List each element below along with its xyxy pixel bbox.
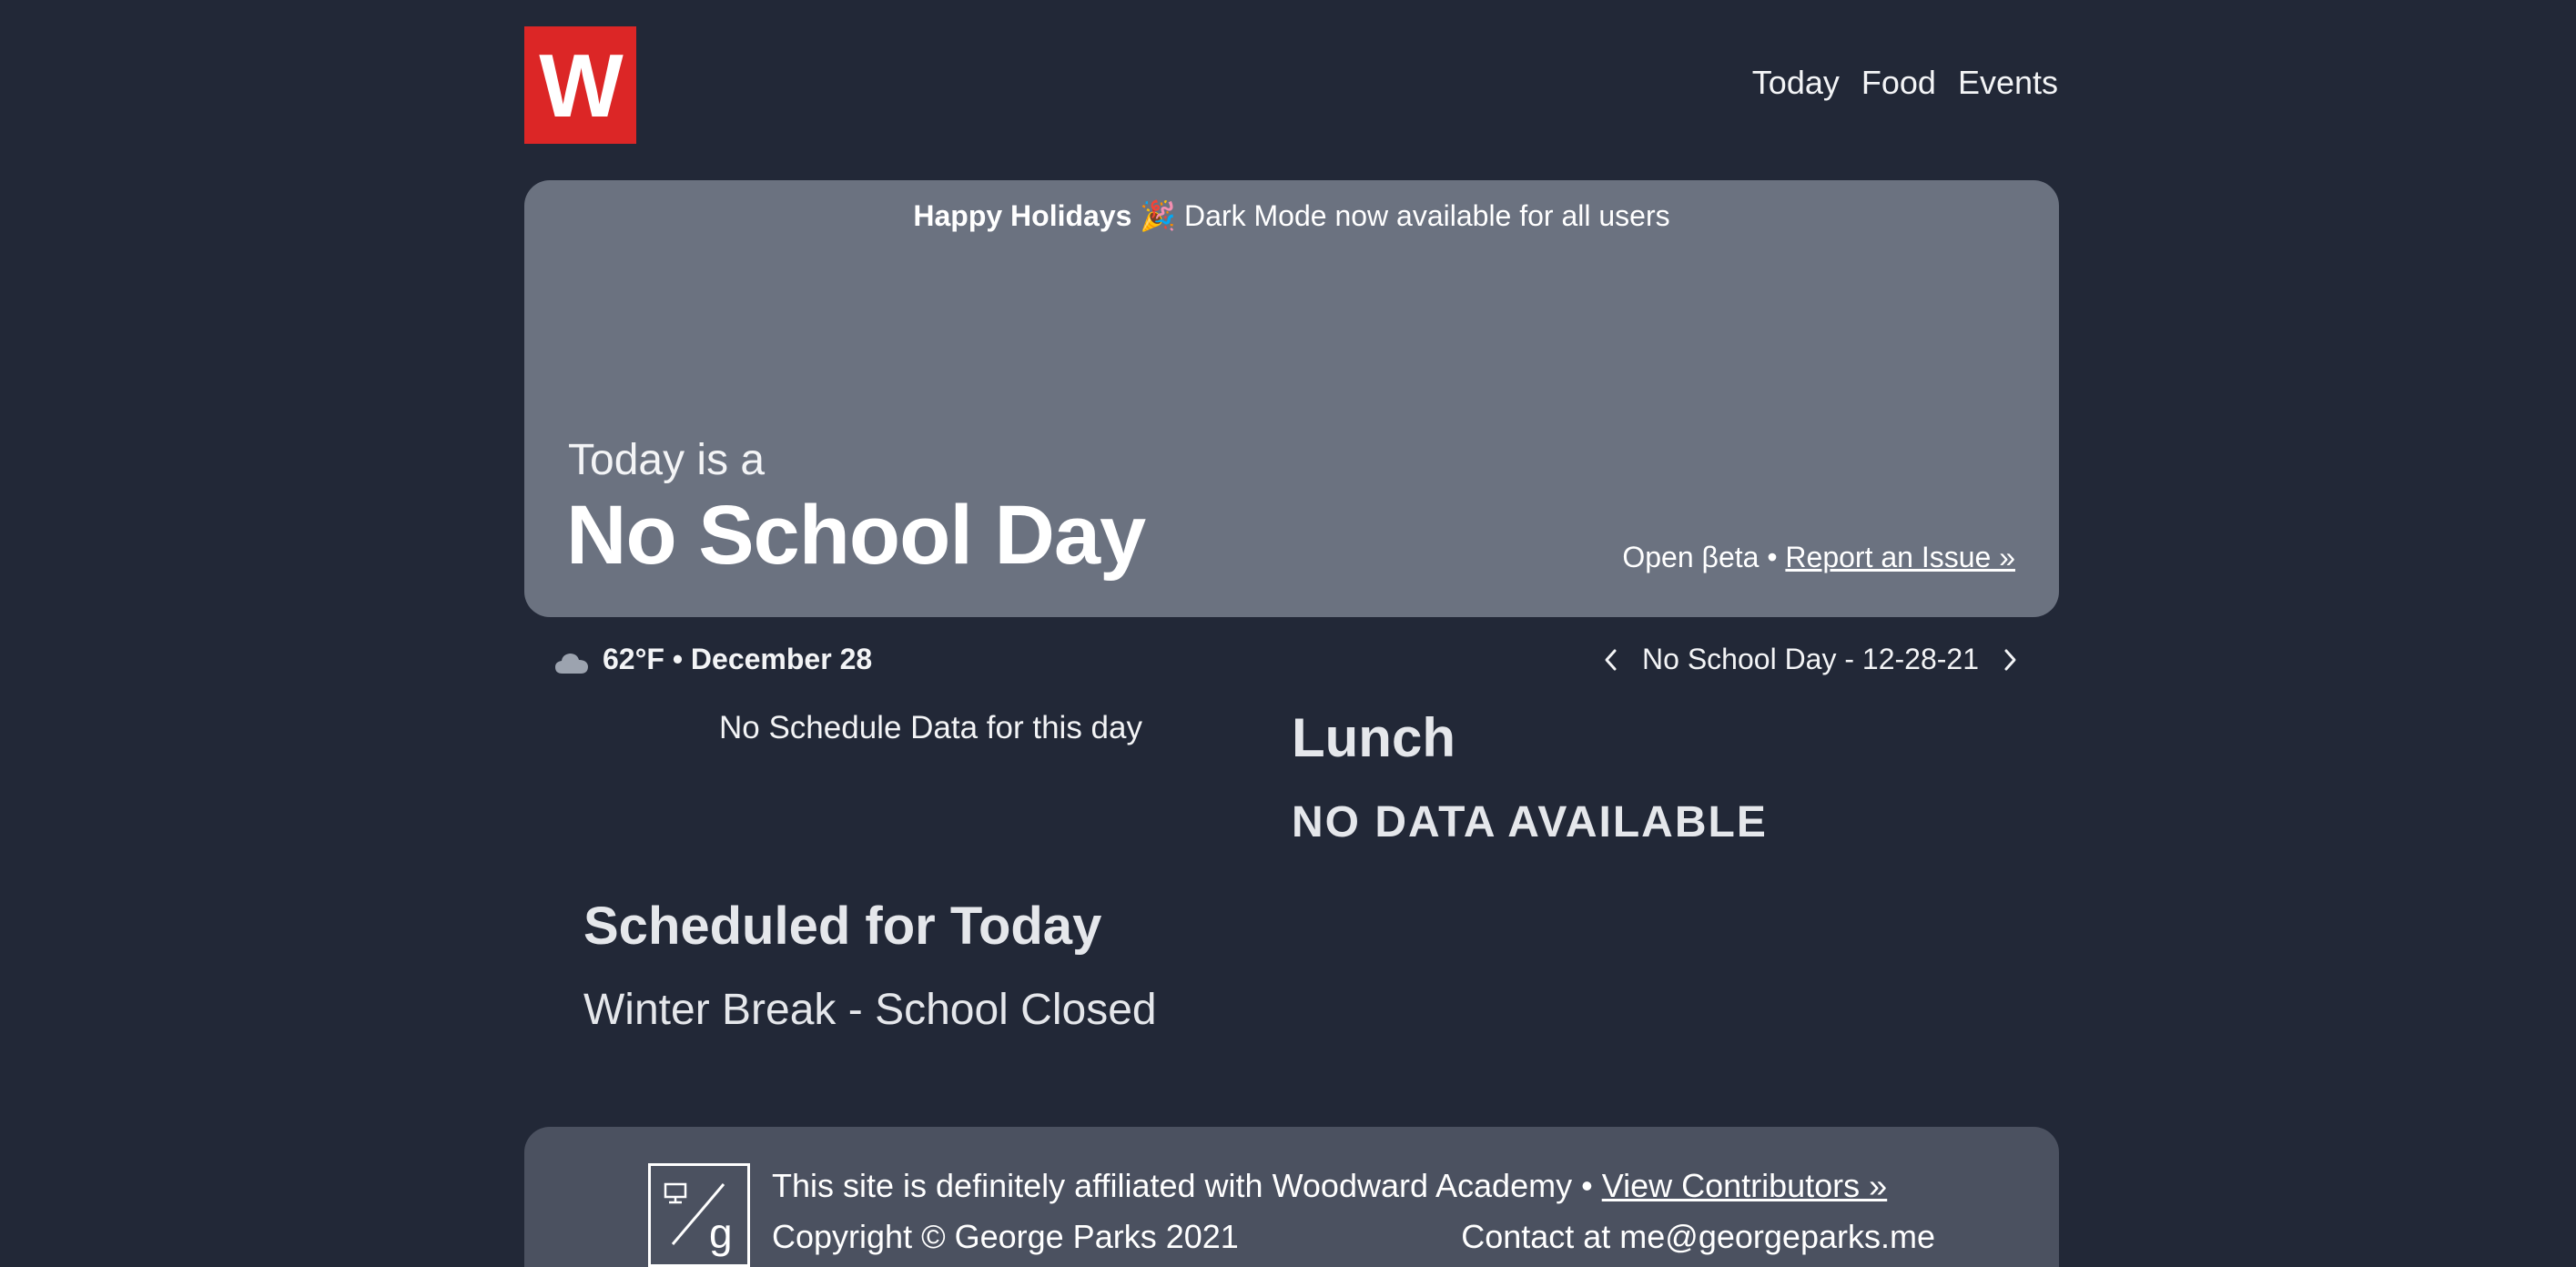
- lunch-title: Lunch: [1292, 707, 1455, 768]
- site-footer: g This site is definitely affiliated wit…: [524, 1127, 2059, 1267]
- announcement-title: Happy Holidays: [913, 199, 1132, 232]
- hero-card: Happy Holidays 🎉 Dark Mode now available…: [524, 180, 2059, 617]
- page: W Today Food Events Happy Holidays 🎉 Dar…: [0, 0, 2576, 1267]
- report-issue-link[interactable]: Report an Issue »: [1785, 541, 2015, 573]
- nav-today[interactable]: Today: [1752, 64, 1840, 102]
- today-label: Today is a: [568, 436, 766, 484]
- beta-notice: Open βeta • Report an Issue »: [1622, 541, 2015, 574]
- scheduled-today-title: Scheduled for Today: [583, 897, 1102, 956]
- day-navigator: No School Day - 12-28-21: [1598, 643, 2023, 676]
- party-icon: 🎉: [1140, 199, 1177, 232]
- beta-label: Open βeta •: [1622, 541, 1778, 573]
- schedule-empty-text: No Schedule Data for this day: [719, 710, 1142, 745]
- day-nav-label: No School Day - 12-28-21: [1642, 643, 1979, 675]
- site-logo[interactable]: W: [524, 26, 636, 144]
- weather-info: 62°F • December 28: [553, 643, 872, 676]
- weather-text: 62°F • December 28: [603, 643, 873, 675]
- site-logo-letter: W: [539, 35, 623, 136]
- scheduled-event: Winter Break - School Closed: [583, 986, 1157, 1034]
- george-parks-logo-icon: g: [648, 1163, 750, 1267]
- nav-food[interactable]: Food: [1861, 64, 1936, 102]
- announcement-banner: Happy Holidays 🎉 Dark Mode now available…: [524, 198, 2059, 233]
- contact-text: Contact at me@georgeparks.me: [1461, 1218, 1935, 1255]
- day-type-title: No School Day: [566, 489, 1146, 582]
- chevron-left-icon[interactable]: [1598, 646, 1622, 674]
- affiliation-text: This site is definitely affiliated with …: [772, 1167, 1887, 1205]
- nav-events[interactable]: Events: [1958, 64, 2058, 102]
- chevron-right-icon[interactable]: [1999, 646, 2023, 674]
- announcement-text: Dark Mode now available for all users: [1184, 199, 1670, 232]
- main-nav: Today Food Events: [1752, 64, 2058, 102]
- lunch-status: NO DATA AVAILABLE: [1292, 798, 1768, 846]
- view-contributors-link[interactable]: View Contributors »: [1602, 1167, 1888, 1204]
- affiliation-label: This site is definitely affiliated with …: [772, 1167, 1593, 1204]
- copyright-text: Copyright © George Parks 2021: [772, 1218, 1239, 1255]
- svg-text:g: g: [709, 1210, 733, 1257]
- cloud-icon: [553, 649, 590, 674]
